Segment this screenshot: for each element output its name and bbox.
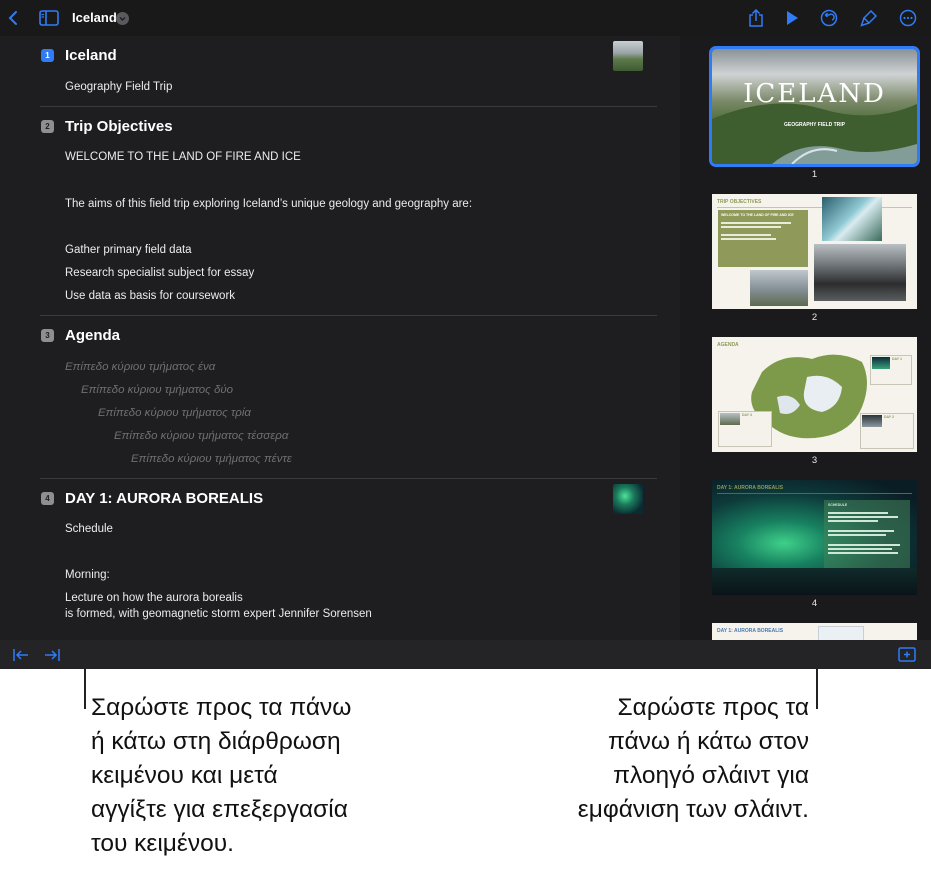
bottom-toolbar (0, 640, 931, 669)
callout-line-text: αγγίξτε για επεξεργασία (91, 796, 348, 823)
document-title[interactable]: Iceland (72, 10, 117, 25)
thumb-reflection (712, 568, 917, 595)
placeholder-text[interactable]: Επίπεδο κύριου τμήματος πέντε (131, 453, 292, 465)
slide-title[interactable]: Trip Objectives (65, 118, 173, 135)
outline-text[interactable]: Geography Field Trip (65, 81, 172, 93)
placeholder-text[interactable]: Επίπεδο κύριου τμήματος δύο (81, 384, 233, 396)
slide-number-label: 4 (811, 598, 818, 609)
thumb-callout-box: DAY 2 (860, 413, 914, 449)
outline-text[interactable]: Use data as basis for coursework (65, 290, 235, 302)
outline-text[interactable]: WELCOME TO THE LAND OF FIRE AND ICE (65, 151, 301, 163)
share-icon[interactable] (746, 8, 766, 28)
slide-thumbnail[interactable]: AGENDA DAY 1 DAY 2 DAY 3 (712, 337, 917, 452)
outline-text[interactable]: is formed, with geomagnetic storm expert… (65, 608, 372, 620)
placeholder-text[interactable]: Επίπεδο κύριου τμήματος τέσσερα (114, 430, 288, 442)
slide-thumbnail[interactable]: DAY 1: AURORA BOREALIS (712, 623, 917, 640)
callout-line-text: πάνω ή κάτω στον (607, 728, 809, 755)
placeholder-text[interactable]: Επίπεδο κύριου τμήματος ένα (65, 361, 215, 373)
thumb-header: DAY 1: AURORA BOREALIS (717, 628, 784, 634)
divider (40, 315, 657, 316)
slide-title[interactable]: Agenda (65, 327, 120, 344)
slide-number-badge[interactable]: 4 (41, 492, 54, 505)
slide-number-badge[interactable]: 1 (41, 49, 54, 62)
callout-line-text: πλοηγό σλάιντ για (613, 762, 809, 789)
slide-number-badge[interactable]: 3 (41, 329, 54, 342)
ellipsis-icon[interactable] (898, 8, 918, 28)
divider (40, 106, 657, 107)
outline-text[interactable]: Schedule (65, 523, 113, 535)
thumb-box-title: SCHEDULE (828, 503, 848, 507)
thumb-box-title: WELCOME TO THE LAND OF FIRE AND ICE (721, 213, 794, 217)
outdent-icon[interactable] (13, 648, 29, 667)
outline-view[interactable]: 1 Iceland Geography Field Trip 2 Trip Ob… (0, 36, 680, 640)
undo-icon[interactable] (819, 8, 839, 28)
outline-text[interactable]: Gather primary field data (65, 244, 192, 256)
callout-line (84, 669, 86, 709)
callout-line-text: κειμένου και μετά (91, 762, 278, 789)
chevron-left-icon[interactable] (3, 8, 23, 28)
callout-line-text: του κειμένου. (91, 830, 234, 857)
keynote-app-window: Iceland 1 Iceland Geography Field Trip 2… (0, 0, 931, 669)
slide-image-thumbnail (613, 41, 643, 71)
callout-outline-text: Σαρώστε προς τα πάνω ή κάτω στη διάρθρωσ… (91, 691, 351, 861)
slide-number-badge[interactable]: 2 (41, 120, 54, 133)
thumb-callout-box: DAY 1 (870, 355, 912, 385)
sidebar-icon[interactable] (39, 8, 59, 28)
divider (40, 478, 657, 479)
indent-icon[interactable] (44, 648, 60, 667)
thumb-photo (750, 270, 808, 306)
top-toolbar: Iceland (0, 0, 931, 36)
callout-line-text: ή κάτω στη διάρθρωση (91, 728, 341, 755)
slide-image-thumbnail (613, 484, 643, 514)
thumb-subtitle: GEOGRAPHY FIELD TRIP (783, 122, 846, 128)
thumb-header: DAY 1: AURORA BOREALIS (717, 485, 784, 491)
slide-thumbnail[interactable]: ICELAND GEOGRAPHY FIELD TRIP (709, 46, 920, 167)
callout-line (816, 669, 818, 709)
thumb-photo (818, 626, 864, 640)
outline-text[interactable]: The aims of this field trip exploring Ic… (65, 198, 472, 210)
divider (717, 493, 912, 494)
outline-text[interactable]: Lecture on how the aurora borealis (65, 592, 243, 604)
slide-number-label: 3 (811, 455, 818, 466)
slide-number-label: 2 (811, 312, 818, 323)
thumb-day-label: DAY 1 (892, 357, 902, 361)
thumb-photo (822, 197, 882, 241)
slide-thumbnail[interactable]: TRIP OBJECTIVES WELCOME TO THE LAND OF F… (712, 194, 917, 309)
slide-navigator[interactable]: ICELAND GEOGRAPHY FIELD TRIP 1 TRIP OBJE… (680, 36, 931, 640)
callout-line-text: Σαρώστε προς τα πάνω (91, 694, 352, 721)
thumb-photo (814, 244, 906, 301)
thumb-text-box: WELCOME TO THE LAND OF FIRE AND ICE (718, 210, 808, 267)
outline-text[interactable]: Morning: (65, 569, 110, 581)
callout-line-text: εμφάνιση των σλάιντ. (577, 796, 809, 823)
slide-thumbnail[interactable]: DAY 1: AURORA BOREALIS SCHEDULE (712, 480, 917, 595)
play-icon[interactable] (782, 8, 802, 28)
outline-text[interactable]: Research specialist subject for essay (65, 267, 254, 279)
thumb-header: TRIP OBJECTIVES (717, 199, 762, 205)
slide-title[interactable]: DAY 1: AURORA BOREALIS (65, 490, 263, 507)
paintbrush-icon[interactable] (859, 8, 879, 28)
add-slide-icon[interactable] (898, 647, 916, 667)
callout-navigator-text: Σαρώστε προς τα πάνω ή κάτω στον πλοηγό … (470, 691, 809, 827)
thumb-title: ICELAND (743, 79, 886, 109)
thumb-callout-box: DAY 3 (718, 411, 772, 447)
placeholder-text[interactable]: Επίπεδο κύριου τμήματος τρία (98, 407, 251, 419)
callout-line-text: Σαρώστε προς τα (617, 694, 809, 721)
divider (717, 207, 912, 208)
thumb-day-label: DAY 2 (884, 415, 894, 419)
thumb-day-label: DAY 3 (742, 413, 752, 417)
slide-number-label: 1 (811, 169, 818, 180)
chevron-down-icon[interactable] (116, 12, 129, 25)
slide-title[interactable]: Iceland (65, 47, 117, 64)
